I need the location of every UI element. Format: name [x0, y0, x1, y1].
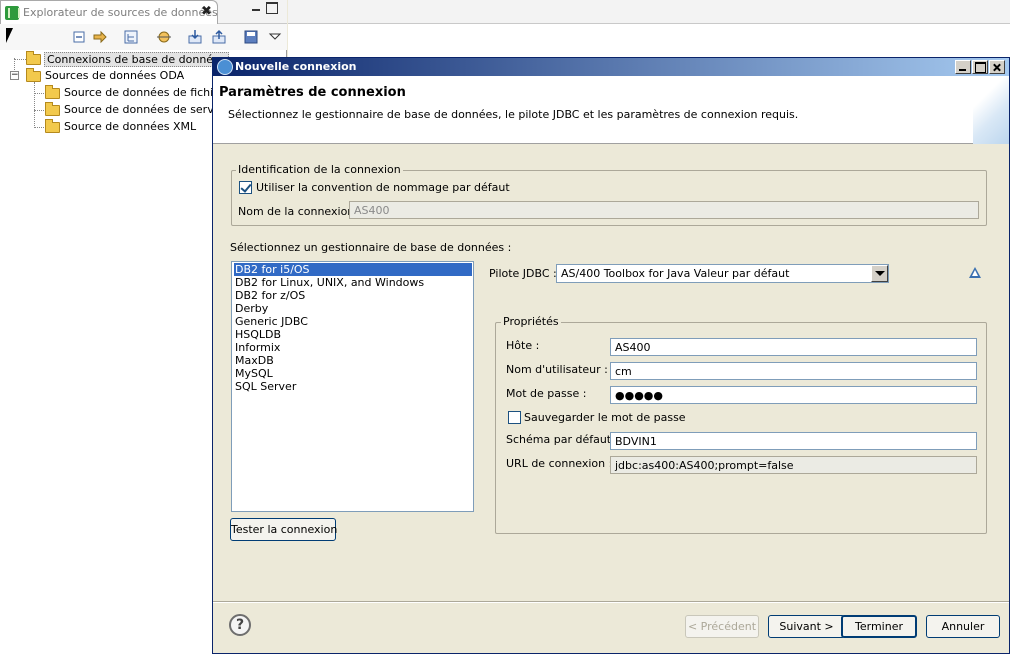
tree-item-label: Source de données de fichier à — [64, 86, 235, 99]
save-password-checkbox[interactable] — [508, 411, 521, 424]
connect-icon[interactable] — [155, 28, 173, 46]
list-item[interactable]: Derby — [234, 302, 472, 315]
tree-guide — [34, 127, 44, 128]
tree-item-label: Source de données XML — [64, 120, 197, 133]
test-connection-button[interactable]: Tester la connexion — [230, 518, 337, 541]
password-field[interactable]: ●●●●● — [610, 386, 977, 404]
dialog-title: Nouvelle connexion — [235, 60, 357, 73]
close-icon[interactable]: ✖ — [201, 4, 212, 19]
database-explorer-icon — [5, 6, 20, 20]
jdbc-driver-value: AS/400 Toolbox for Java Valeur par défau… — [561, 267, 790, 280]
footer-separator — [213, 601, 1009, 603]
back-button[interactable]: < Précédent — [685, 615, 759, 638]
explorer-toolbar — [0, 24, 287, 50]
explorer-tab-title: Explorateur de sources de données — [23, 6, 218, 19]
connection-name-label: Nom de la connexion : — [238, 205, 362, 218]
explorer-tab[interactable]: Explorateur de sources de données ✖ — [0, 0, 218, 24]
schema-label: Schéma par défaut : — [506, 433, 619, 446]
properties-legend: Propriétés — [501, 315, 561, 328]
finish-button[interactable]: Terminer — [841, 615, 917, 638]
jdbc-driver-combo[interactable]: AS/400 Toolbox for Java Valeur par défau… — [556, 264, 889, 283]
folder-icon — [26, 51, 41, 65]
wizard-banner-graphic — [973, 76, 1009, 144]
page-description: Sélectionnez le gestionnaire de base de … — [228, 108, 799, 121]
folder-open-icon — [26, 68, 41, 82]
identification-legend: Identification de la connexion — [236, 163, 403, 176]
filter-icon[interactable] — [122, 28, 140, 46]
list-item[interactable]: MaxDB — [234, 354, 472, 367]
schema-field[interactable]: BDVIN1 — [610, 432, 977, 450]
tree-item-label: Source de données de services — [64, 103, 236, 116]
list-item[interactable]: DB2 for z/OS — [234, 289, 472, 302]
dialog-titlebar[interactable]: Nouvelle connexion — [213, 58, 1009, 76]
help-icon[interactable]: ? — [229, 614, 251, 636]
folder-icon — [45, 85, 60, 99]
maximize-button[interactable] — [972, 60, 988, 74]
tree-guide — [14, 59, 26, 60]
tree-guide — [34, 110, 44, 111]
url-label: URL de connexion : — [506, 457, 613, 470]
list-item[interactable]: DB2 for Linux, UNIX, and Windows — [234, 276, 472, 289]
tree-item-label: Sources de données ODA — [45, 69, 185, 82]
folder-icon — [45, 102, 60, 116]
list-item[interactable]: SQL Server — [234, 380, 472, 393]
db-manager-label: Sélectionnez un gestionnaire de base de … — [230, 241, 512, 254]
jdbc-driver-label: Pilote JDBC : — [489, 267, 557, 280]
minimize-button[interactable] — [955, 60, 971, 74]
minimize-icon[interactable] — [250, 2, 262, 14]
editor-tabbar — [288, 0, 1010, 24]
list-item[interactable]: MySQL — [234, 367, 472, 380]
wizard-header: Paramètres de connexion Sélectionnez le … — [213, 76, 1009, 144]
new-connection-dialog: Nouvelle connexion Paramètres de connexi… — [212, 57, 1010, 654]
view-menu-icon[interactable] — [266, 28, 284, 46]
mouse-cursor-icon — [6, 28, 13, 43]
app-icon — [217, 59, 233, 75]
connection-name-field[interactable]: AS400 — [349, 201, 979, 219]
save-icon[interactable] — [242, 28, 260, 46]
link-editor-icon[interactable] — [91, 28, 109, 46]
list-item[interactable]: DB2 for i5/OS — [234, 263, 472, 276]
close-button[interactable] — [989, 60, 1005, 74]
cancel-button[interactable]: Annuler — [926, 615, 1000, 638]
url-field[interactable]: jdbc:as400:AS400;prompt=false — [610, 456, 977, 474]
collapse-all-icon[interactable] — [70, 28, 88, 46]
naming-convention-checkbox[interactable] — [239, 181, 252, 194]
explorer-tabbar: Explorateur de sources de données ✖ — [0, 0, 287, 24]
username-label: Nom d'utilisateur : — [506, 363, 608, 376]
password-label: Mot de passe : — [506, 387, 587, 400]
export-icon[interactable] — [210, 28, 228, 46]
list-item[interactable]: Generic JDBC — [234, 315, 472, 328]
host-label: Hôte : — [506, 339, 540, 352]
username-field[interactable]: cm — [610, 362, 977, 380]
next-button[interactable]: Suivant > — [768, 615, 845, 638]
folder-icon — [45, 119, 60, 133]
host-field[interactable]: AS400 — [610, 338, 977, 356]
db-manager-list[interactable]: DB2 for i5/OS DB2 for Linux, UNIX, and W… — [231, 261, 474, 512]
tree-item-label: Connexions de base de données — [44, 52, 229, 67]
page-title: Paramètres de connexion — [219, 85, 406, 100]
import-icon[interactable] — [186, 28, 204, 46]
chevron-down-icon[interactable] — [871, 265, 888, 282]
properties-group: Propriétés Hôte : AS400 Nom d'utilisateu… — [495, 315, 987, 534]
tree-guide — [34, 82, 35, 128]
naming-convention-label: Utiliser la convention de nommage par dé… — [256, 181, 510, 194]
save-password-label: Sauvegarder le mot de passe — [524, 411, 686, 424]
driver-edit-icon[interactable] — [969, 267, 981, 278]
list-item[interactable]: Informix — [234, 341, 472, 354]
collapse-node-icon[interactable]: − — [10, 71, 19, 80]
maximize-icon[interactable] — [266, 2, 278, 14]
tree-guide — [34, 93, 44, 94]
list-item[interactable]: HSQLDB — [234, 328, 472, 341]
identification-group: Identification de la connexion Utiliser … — [231, 163, 987, 226]
